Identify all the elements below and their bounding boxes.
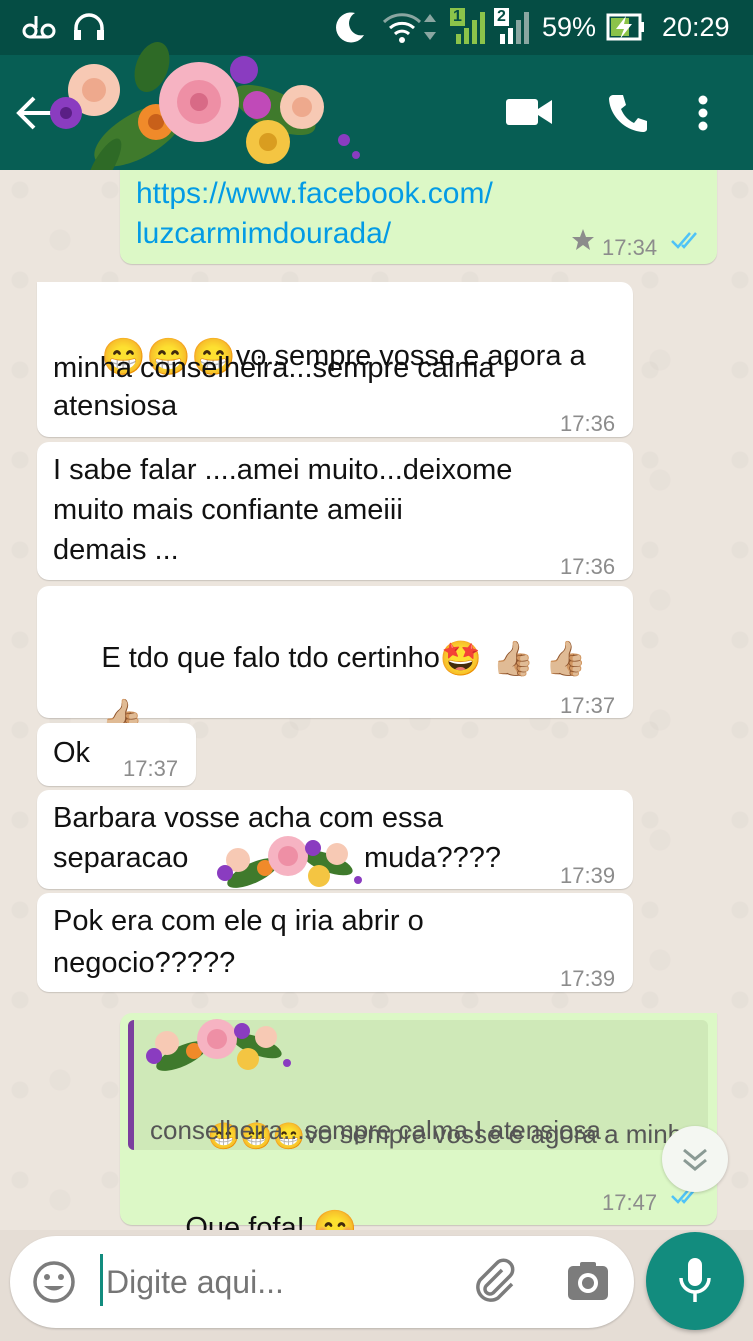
sim2-signal-icon: 2 (494, 8, 532, 46)
message-bubble-incoming[interactable]: I sabe falar ....amei muito...deixome mu… (37, 442, 633, 580)
message-time: 17:39 (560, 966, 616, 991)
message-time: 17:37 (123, 756, 179, 781)
star-struck-emoji: 🤩 (439, 640, 483, 679)
message-text: muda???? (364, 842, 502, 874)
message-bubble-incoming[interactable]: Barbara vosse acha com essa separacao mu… (37, 790, 633, 889)
mic-icon (679, 1258, 711, 1302)
message-text: negocio????? (53, 947, 236, 979)
message-bubble-outgoing[interactable]: https://www.facebook.com/ luzcarmimdoura… (120, 170, 717, 264)
scroll-to-bottom-button[interactable] (662, 1126, 728, 1192)
thumbs-up-emoji: 👍🏼 (492, 640, 535, 679)
message-link[interactable]: luzcarmimdourada/ (136, 214, 391, 254)
mic-button[interactable] (646, 1232, 744, 1330)
smiling-emoji: 😊 (312, 1208, 358, 1230)
quote-bar (128, 1020, 134, 1150)
battery-percent: 59% (542, 12, 597, 42)
wifi-icon (382, 13, 436, 43)
message-text: muito mais confiante ameiii (53, 494, 403, 526)
message-bubble-incoming[interactable]: 😁😁😁vo sempre vosse e agora a minha conse… (37, 282, 633, 437)
message-time: 17:47 (602, 1190, 658, 1215)
message-list[interactable]: https://www.facebook.com/ luzcarmimdoura… (0, 170, 753, 1230)
double-chevron-down-icon (683, 1148, 707, 1171)
composer-bar (10, 1236, 634, 1328)
battery-charging-icon (606, 13, 644, 41)
message-time: 17:37 (560, 693, 616, 718)
message-text: demais ... (53, 534, 179, 566)
flower-sticker (217, 836, 362, 888)
message-bubble-incoming[interactable]: Pok era com ele q iria abrir o negocio??… (37, 893, 633, 992)
message-bubble-incoming[interactable]: Ok 17:37 (37, 723, 196, 786)
phone-icon[interactable] (608, 93, 648, 133)
paperclip-icon[interactable] (472, 1258, 518, 1304)
clock: 20:29 (662, 12, 730, 42)
message-text: E tdo que falo tdo certinho (101, 642, 440, 674)
smiley-icon[interactable] (32, 1260, 76, 1304)
sim1-signal-icon: 1 (450, 8, 488, 46)
message-time: 17:36 (560, 411, 616, 436)
message-text: Que fofa! (185, 1212, 305, 1230)
text-cursor (100, 1254, 103, 1306)
quote-text: conselheira...sempre calma I atensiosa (150, 1115, 601, 1145)
videocam-icon[interactable] (506, 97, 552, 127)
message-text: Pok era com ele q iria abrir o (53, 905, 424, 937)
message-time: 17:36 (560, 554, 616, 579)
message-link[interactable]: https://www.facebook.com/ (136, 174, 493, 214)
more-vert-icon[interactable] (696, 95, 710, 131)
message-text: Ok (53, 737, 91, 769)
thumbs-up-emoji: 👍🏼 (544, 640, 587, 679)
chat-header (0, 41, 753, 190)
star-icon (572, 229, 594, 250)
message-text: I sabe falar ....amei muito...deixome (53, 454, 513, 486)
message-text: minha conselheira...sempre calma I (53, 352, 511, 384)
camera-icon[interactable] (566, 1260, 610, 1302)
message-time: 17:39 (560, 863, 616, 888)
flower-sticker (146, 1019, 291, 1071)
message-text: separacao (53, 842, 189, 874)
message-time: 17:34 (602, 235, 658, 260)
message-bubble-outgoing[interactable]: 😁😁😁vo sempre vosse e agora a minha conse… (120, 1013, 717, 1230)
contact-avatar[interactable] (44, 15, 374, 190)
message-text: atensiosa (53, 390, 178, 422)
double-check-icon (671, 232, 697, 249)
message-input[interactable] (104, 1252, 458, 1312)
message-bubble-incoming[interactable]: E tdo que falo tdo certinho🤩 👍🏼 👍🏼 👍🏼 17:3… (37, 586, 633, 736)
